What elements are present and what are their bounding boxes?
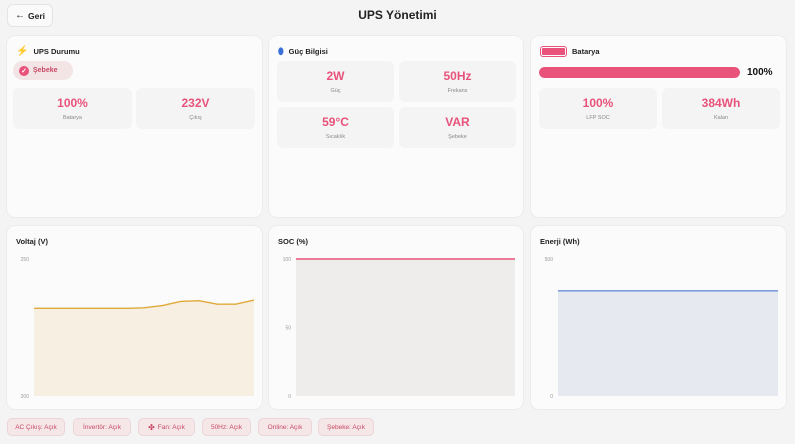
status-pill-inverter[interactable]: İnvertör: Açık — [73, 418, 131, 436]
check-icon: ✓ — [19, 65, 29, 76]
ups-status-title: ⚡ UPS Durumu — [16, 46, 80, 57]
status-pill-ac-output[interactable]: AC Çıkış: Açık — [7, 418, 65, 436]
plug-icon: ⬮ — [278, 46, 284, 56]
battery-card: Batarya 100% 100% LFP SOC 384Wh Kalan — [530, 35, 787, 218]
ups-status-card: ⚡ UPS Durumu ✓ Şebeke 100% Batarya 232V … — [6, 35, 263, 218]
energy-chart-card: Enerji (Wh) 500 0 — [530, 225, 787, 410]
energy-chart: 500 0 — [545, 257, 779, 400]
y-tick-label: 200 — [21, 394, 30, 400]
series-area — [34, 300, 254, 396]
soc-chart-card: SOC (%) 100 50 0 — [268, 225, 524, 410]
status-pill-online[interactable]: Online: Açık — [258, 418, 312, 436]
y-tick-label: 50 — [285, 326, 291, 332]
battery-title: Batarya — [540, 46, 600, 57]
battery-level-bar — [539, 67, 740, 78]
battery-stat: 100% Batarya — [13, 88, 132, 129]
battery-icon — [540, 46, 567, 57]
status-pill-50hz[interactable]: 50Hz: Açık — [202, 418, 251, 436]
y-tick-label: 250 — [21, 257, 30, 263]
page-title: UPS Yönetimi — [358, 8, 437, 22]
temperature-stat: 59°C Sıcaklık — [277, 107, 394, 148]
frequency-stat: 50Hz Frekans — [399, 61, 516, 102]
power-info-title: ⬮ Güç Bilgisi — [278, 46, 328, 56]
y-tick-label: 0 — [550, 394, 553, 400]
y-tick-label: 0 — [288, 394, 291, 400]
voltage-chart-card: Voltaj (V) 250 200 — [6, 225, 263, 410]
y-tick-label: 100 — [283, 257, 292, 263]
power-stat: 2W Güç — [277, 61, 394, 102]
status-pill-fan[interactable]: ✤ Fan: Açık — [138, 418, 195, 436]
battery-level-fill — [539, 67, 740, 78]
status-pill-grid[interactable]: Şebeke: Açık — [318, 418, 374, 436]
remaining-stat: 384Wh Kalan — [662, 88, 780, 129]
fan-icon: ✤ — [148, 422, 155, 432]
y-tick-label: 500 — [545, 257, 554, 263]
voltage-chart: 250 200 — [21, 257, 255, 400]
lightning-icon: ⚡ — [16, 46, 29, 57]
battery-percent: 100% — [747, 67, 773, 78]
lfp-soc-stat: 100% LFP SOC — [539, 88, 657, 129]
grid-stat: VAR Şebeke — [399, 107, 516, 148]
series-area — [558, 290, 778, 396]
power-source-label: Şebeke — [33, 67, 58, 74]
series-area — [296, 259, 515, 396]
output-stat: 232V Çıkış — [136, 88, 255, 129]
power-source-chip: ✓ Şebeke — [13, 61, 73, 80]
soc-chart: 100 50 0 — [283, 257, 516, 400]
power-info-card: ⬮ Güç Bilgisi 2W Güç 50Hz Frekans 59°C S… — [268, 35, 524, 218]
